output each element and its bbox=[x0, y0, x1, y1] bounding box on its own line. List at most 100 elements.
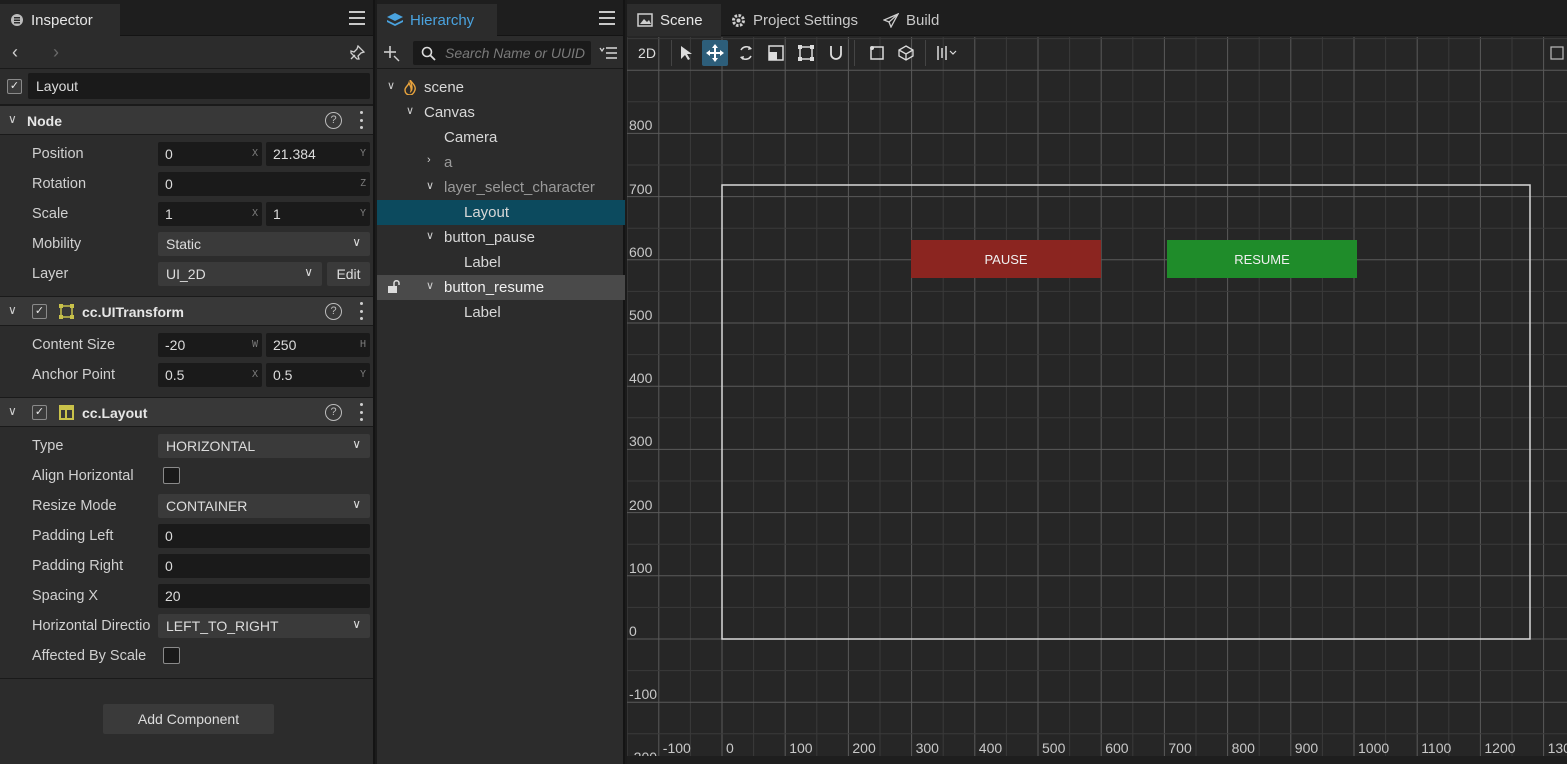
pin-icon[interactable] bbox=[349, 45, 365, 61]
layer-select[interactable]: UI_2D ∨ bbox=[158, 262, 322, 286]
tree-item-layout[interactable]: Layout bbox=[377, 200, 625, 225]
padding-left-field[interactable]: 0 bbox=[158, 524, 370, 548]
tree-item-a[interactable]: › a bbox=[377, 150, 625, 175]
x-axis-tick-label: 1000 bbox=[1358, 740, 1390, 756]
scale-x-field[interactable]: 1X bbox=[158, 202, 262, 226]
uitransform-enabled-checkbox[interactable]: ✓ bbox=[32, 304, 47, 319]
horizontal-direction-value: LEFT_TO_RIGHT bbox=[166, 618, 279, 634]
sort-list-icon[interactable] bbox=[599, 45, 617, 61]
tab-project-settings[interactable]: Project Settings bbox=[721, 4, 871, 36]
chevron-down-icon[interactable]: ∨ bbox=[426, 279, 434, 292]
mode-2d-button[interactable]: 2D bbox=[632, 40, 662, 66]
tree-item-label-pause[interactable]: Label bbox=[377, 250, 625, 275]
position-x-field[interactable]: 0X bbox=[158, 142, 262, 166]
layout-icon bbox=[59, 405, 74, 420]
position-y-field[interactable]: 21.384 Y bbox=[266, 142, 370, 166]
chevron-right-icon[interactable]: › bbox=[53, 42, 59, 63]
content-height-field[interactable]: 250 H bbox=[266, 333, 370, 357]
horizontal-direction-select[interactable]: LEFT_TO_RIGHT ∨ bbox=[158, 614, 370, 638]
tree-item-label-resume[interactable]: Label bbox=[377, 300, 625, 325]
chevron-right-icon[interactable]: › bbox=[427, 154, 431, 166]
more-icon[interactable] bbox=[359, 403, 363, 421]
uitransform-title: cc.UITransform bbox=[82, 304, 184, 320]
tab-inspector[interactable]: Inspector bbox=[0, 4, 120, 36]
scale-tool-icon[interactable] bbox=[763, 40, 789, 66]
chevron-down-icon[interactable]: ∨ bbox=[8, 112, 17, 126]
help-icon[interactable]: ? bbox=[325, 303, 342, 320]
tab-hierarchy[interactable]: Hierarchy bbox=[377, 4, 497, 36]
x-axis-tick-label: 300 bbox=[915, 740, 939, 756]
align-horizontal-checkbox[interactable] bbox=[163, 467, 180, 484]
tree-item-scene[interactable]: ∨ scene bbox=[377, 75, 625, 100]
scene-viewport[interactable]: 8007006005004003002001000-100-200-100010… bbox=[627, 37, 1567, 756]
chevron-down-icon[interactable]: ∨ bbox=[8, 404, 17, 418]
search-icon bbox=[421, 46, 436, 61]
add-component-button[interactable]: Add Component bbox=[103, 704, 274, 734]
divider bbox=[854, 40, 855, 66]
rotation-value: 0 bbox=[165, 176, 173, 192]
uitransform-icon bbox=[59, 304, 74, 319]
padding-right-field[interactable]: 0 bbox=[158, 554, 370, 578]
spacing-x-label: Spacing X bbox=[32, 588, 99, 604]
tab-scene[interactable]: Scene bbox=[627, 4, 721, 36]
more-icon[interactable] bbox=[359, 111, 363, 129]
select-tool-icon[interactable] bbox=[673, 40, 699, 66]
uitransform-section-header[interactable]: ∨ ✓ cc.UITransform ? bbox=[0, 296, 373, 326]
tree-item-label: Camera bbox=[444, 129, 498, 146]
rotate-tool-icon[interactable] bbox=[733, 40, 759, 66]
tree-item-button-pause[interactable]: ∨ button_pause bbox=[377, 225, 625, 250]
layer-value: UI_2D bbox=[166, 266, 206, 282]
pivot-cube-icon[interactable] bbox=[893, 40, 919, 66]
node-active-checkbox[interactable]: ✓ bbox=[7, 79, 22, 94]
local-transform-icon[interactable] bbox=[864, 40, 890, 66]
help-icon[interactable]: ? bbox=[325, 112, 342, 129]
node-name-input[interactable]: Layout bbox=[28, 73, 370, 99]
layout-type-value: HORIZONTAL bbox=[166, 438, 256, 454]
help-icon[interactable]: ? bbox=[325, 404, 342, 421]
layout-type-select[interactable]: HORIZONTAL ∨ bbox=[158, 434, 370, 458]
menu-icon[interactable] bbox=[599, 11, 615, 25]
chevron-down-icon[interactable]: ∨ bbox=[8, 303, 17, 317]
resume-game-button[interactable]: RESUME bbox=[1167, 240, 1357, 278]
pause-game-button[interactable]: PAUSE bbox=[911, 240, 1101, 278]
magnet-snap-icon[interactable] bbox=[823, 40, 849, 66]
layer-edit-button[interactable]: Edit bbox=[327, 262, 370, 286]
node-section-header[interactable]: ∨ Node ? bbox=[0, 105, 373, 135]
affected-by-scale-checkbox[interactable] bbox=[163, 647, 180, 664]
anchor-x-field[interactable]: 0.5 X bbox=[158, 363, 262, 387]
tab-build[interactable]: Build bbox=[873, 4, 953, 36]
y-axis-tick-label: 200 bbox=[629, 496, 653, 513]
spacing-x-field[interactable]: 20 bbox=[158, 584, 370, 608]
align-options-icon[interactable] bbox=[932, 40, 962, 66]
chevron-down-icon[interactable]: ∨ bbox=[387, 79, 395, 92]
layout-section-header[interactable]: ∨ ✓ cc.Layout ? bbox=[0, 397, 373, 427]
rotation-field[interactable]: 0Z bbox=[158, 172, 370, 196]
resolution-icon[interactable] bbox=[1547, 40, 1567, 66]
mobility-select[interactable]: Static ∨ bbox=[158, 232, 370, 256]
layout-enabled-checkbox[interactable]: ✓ bbox=[32, 405, 47, 420]
scale-y-field[interactable]: 1Y bbox=[266, 202, 370, 226]
layer-label: Layer bbox=[32, 266, 69, 282]
tree-item-label: Canvas bbox=[424, 104, 475, 121]
chevron-down-icon[interactable]: ∨ bbox=[406, 104, 414, 117]
chevron-down-icon[interactable]: ∨ bbox=[426, 229, 434, 242]
anchor-y-field[interactable]: 0.5 Y bbox=[266, 363, 370, 387]
content-width-field[interactable]: -20 W bbox=[158, 333, 262, 357]
chevron-left-icon[interactable]: ‹ bbox=[12, 42, 18, 63]
unlock-icon[interactable] bbox=[387, 280, 401, 294]
scale-label: Scale bbox=[32, 206, 69, 222]
resize-mode-select[interactable]: CONTAINER ∨ bbox=[158, 494, 370, 518]
tree-item-camera[interactable]: Camera bbox=[377, 125, 625, 150]
chevron-down-icon[interactable]: ∨ bbox=[426, 179, 434, 192]
hierarchy-search-input[interactable]: Search Name or UUID bbox=[413, 41, 591, 65]
tree-item-layer-select-character[interactable]: ∨ layer_select_character bbox=[377, 175, 625, 200]
tree-item-button-resume[interactable]: ∨ button_resume bbox=[377, 275, 625, 300]
add-node-icon[interactable] bbox=[383, 45, 400, 62]
chevron-down-icon: ∨ bbox=[352, 497, 361, 511]
anchor-y-value: 0.5 bbox=[273, 367, 293, 383]
rect-tool-icon[interactable] bbox=[793, 40, 819, 66]
tree-item-canvas[interactable]: ∨ Canvas bbox=[377, 100, 625, 125]
move-tool-icon[interactable] bbox=[702, 40, 728, 66]
more-icon[interactable] bbox=[359, 302, 363, 320]
menu-icon[interactable] bbox=[349, 11, 365, 25]
